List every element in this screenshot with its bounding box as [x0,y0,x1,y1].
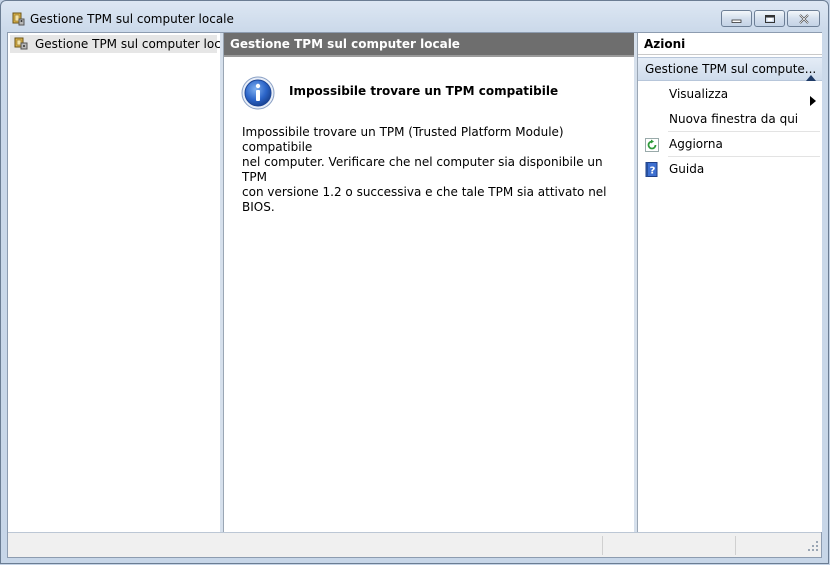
console-tree: Gestione TPM sul computer locale [8,33,239,532]
info-message-line: con versione 1.2 o successiva e che tale… [242,185,607,214]
action-view[interactable]: Visualizza [638,82,822,106]
result-pane-header: Gestione TPM sul computer locale [224,33,634,55]
action-label: Guida [669,162,705,176]
action-refresh[interactable]: Aggiorna [638,132,822,156]
window-title: Gestione TPM sul computer locale [30,12,234,26]
title-bar[interactable]: Gestione TPM sul computer locale [1,1,828,31]
info-message-line: Impossibile trovare un TPM (Trusted Plat… [242,125,564,154]
mmc-client-area: Gestione TPM sul computer locale Gestion… [7,32,822,558]
actions-header: Azioni [638,33,822,55]
status-bar [8,532,821,557]
minimize-button[interactable] [721,10,752,27]
action-label: Nuova finestra da qui [669,112,799,126]
status-separator [735,536,736,555]
status-separator [602,536,603,555]
actions-group-label: Gestione TPM sul compute... [645,62,817,76]
info-message: Impossibile trovare un TPM (Trusted Plat… [242,125,612,215]
tpm-chip-icon [10,11,26,30]
close-button[interactable] [787,10,820,27]
actions-group-header[interactable]: Gestione TPM sul compute... [638,57,822,81]
info-title: Impossibile trovare un TPM compatibile [289,84,559,98]
action-new-window[interactable]: Nuova finestra da qui [638,107,822,131]
info-icon [241,76,275,113]
minimize-icon [731,19,741,23]
caption-buttons [719,10,820,27]
tree-item-tpm-management[interactable]: Gestione TPM sul computer locale [10,35,239,53]
tree-item-label: Gestione TPM sul computer locale [35,37,239,51]
maximize-icon [764,14,775,23]
actions-pane: Azioni Gestione TPM sul compute... Visua… [637,33,822,532]
help-icon: ? [645,161,659,185]
maximize-button[interactable] [754,10,785,27]
close-icon [798,13,809,24]
tpm-chip-icon [13,37,29,51]
result-pane: Gestione TPM sul computer locale Impossi… [223,33,635,532]
main-window: Gestione TPM sul computer locale Gestion… [0,0,829,564]
svg-text:?: ? [650,166,656,177]
info-message-line: nel computer. Verificare che nel compute… [242,155,603,184]
header-divider [224,55,634,57]
resize-grip-icon[interactable] [807,540,819,555]
action-label: Aggiorna [669,137,723,151]
action-help[interactable]: ? Guida [638,157,822,181]
action-label: Visualizza [669,87,729,101]
